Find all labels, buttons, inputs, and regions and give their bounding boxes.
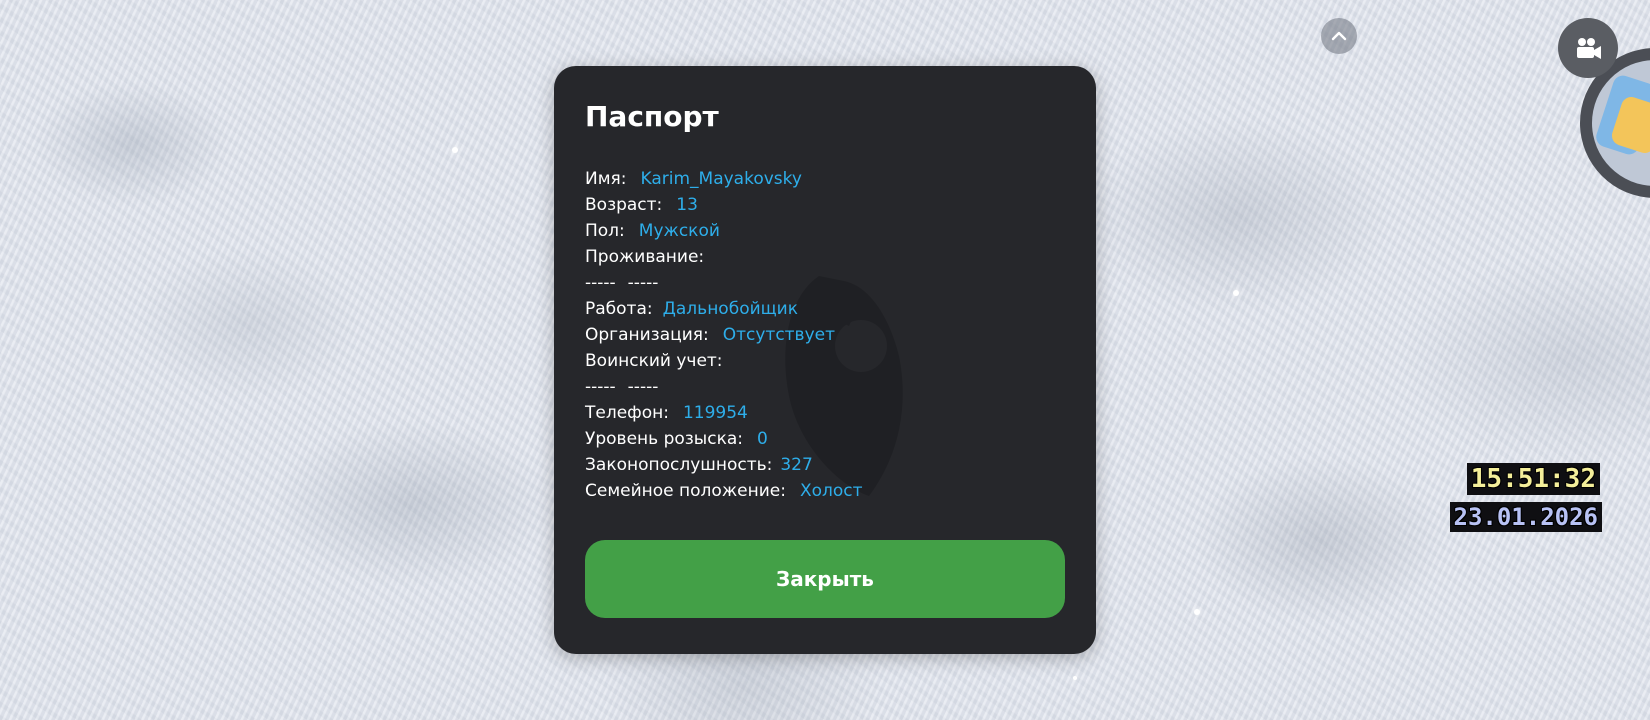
field-phone: Телефон: 119954 [585,400,1065,426]
minimap-view [1592,60,1650,186]
video-camera-icon [1577,38,1601,59]
field-label: Законопослушность: [585,455,773,475]
field-value: 13 [676,195,698,215]
passport-fields: Имя: Karim_Mayakovsky Возраст: 13 Пол: Мужс… [585,166,1065,504]
camera-button[interactable] [1558,18,1618,78]
snow-particle [1194,609,1200,615]
field-value: Холост [799,481,863,501]
close-button[interactable]: Закрыть [585,540,1065,618]
field-label: Проживание: [585,247,705,267]
field-name: Имя: Karim_Mayakovsky [585,166,1065,192]
field-sex: Пол: Мужской [585,218,1065,244]
field-law: Законопослушность: 327 [585,452,1065,478]
snow-particle [452,147,458,153]
field-military: Воинский учет: [585,348,1065,374]
passport-dialog: Паспорт Имя: Karim_Mayakovsky Возраст: 13 … [554,66,1096,654]
snow-particle [1233,290,1239,296]
field-value: Karim_Mayakovsky [640,169,802,189]
field-organization: Организация: Отсутствует [585,322,1065,348]
field-label: Работа: [585,299,653,319]
field-label: Семейное положение: [585,481,786,501]
collapse-button[interactable] [1321,18,1357,54]
field-marital: Семейное положение: Холост [585,478,1065,504]
field-placeholder: ----- [585,273,616,293]
field-residence: Проживание: [585,244,1065,270]
field-placeholder: ----- [627,377,659,397]
field-label: Уровень розыска: [585,429,743,449]
field-placeholder: ----- [627,273,659,293]
field-job: Работа: Дальнобойщик [585,296,1065,322]
chevron-up-icon [1331,31,1347,41]
clock-date: 23.01.2026 [1449,502,1602,532]
field-value: Дальнобойщик [662,299,798,319]
field-label: Телефон: [585,403,669,423]
field-value: 119954 [682,403,748,423]
field-value: 0 [756,429,768,449]
snow-particle [1073,676,1077,680]
field-label: Имя: [585,169,627,189]
field-label: Пол: [585,221,625,241]
field-label: Организация: [585,325,709,345]
field-value: 327 [780,455,813,475]
clock-time: 15:51:32 [1466,463,1600,495]
field-value: Отсутствует [722,325,836,345]
field-military-value: ----- ----- [585,374,1065,400]
field-label: Воинский учет: [585,351,723,371]
field-wanted: Уровень розыска: 0 [585,426,1065,452]
field-placeholder: ----- [585,377,616,397]
field-residence-value: ----- ----- [585,270,1065,296]
field-value: Мужской [638,221,720,241]
field-age: Возраст: 13 [585,192,1065,218]
dialog-title: Паспорт [585,100,719,133]
field-label: Возраст: [585,195,663,215]
